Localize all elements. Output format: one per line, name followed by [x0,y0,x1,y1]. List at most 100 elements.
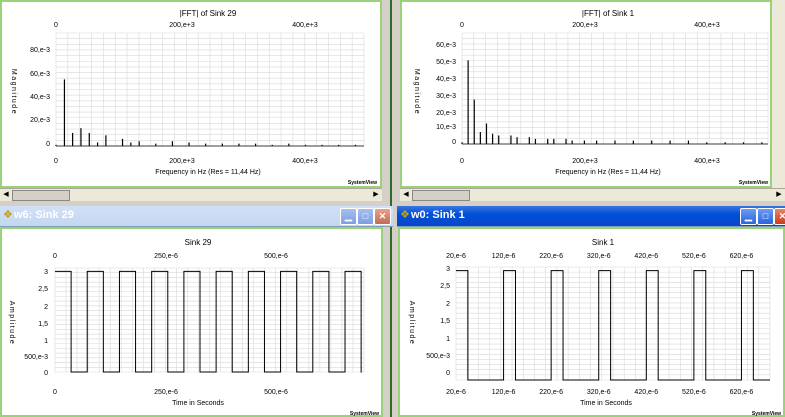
bottom-tick-label: 500,e-6 [264,389,288,396]
y-axis-label: Amplitude [408,301,415,346]
x-axis-label: Frequency in Hz (Res = 11,44 Hz) [555,169,661,176]
bottom-tick-label: 400,e+3 [292,158,318,165]
plot-title: |FFT| of Sink 1 [582,9,635,18]
y-tick-label: 1 [446,336,450,343]
time-pane-sink1: Sink 1 20,e-6 120,e-6 220,e-6 320,e-6 420,e-… [398,227,785,417]
y-tick-label: 0 [446,370,450,377]
y-tick-label: 30,e-3 [436,93,456,100]
y-tick-label: 80,e-3 [30,47,50,54]
top-tick-label: 20,e-6 [446,253,466,260]
bottom-tick-label: 520,e-6 [682,389,706,396]
y-axis-label: Magnitude [10,69,17,115]
y-tick-label: 2,5 [440,283,450,290]
y-tick-label: 40,e-3 [30,94,50,101]
top-tick-label: 500,e-6 [264,253,288,260]
x-axis-label: Time in Seconds [580,400,632,407]
brand-label: SystemView [752,411,781,417]
y-tick-label: 3 [446,266,450,273]
y-tick-label: 50,e-3 [436,59,456,66]
y-tick-label: 60,e-3 [436,42,456,49]
plot-title: Sink 29 [185,238,212,247]
top-tick-label: 320,e-6 [587,253,611,260]
top-tick-label: 400,e+3 [292,22,318,29]
window-title: w0: Sink 1 [411,209,465,221]
scroll-left-icon[interactable]: ◀ [401,189,411,201]
top-tick-label: 0 [54,22,58,29]
y-tick-label: 2 [446,301,450,308]
x-axis-label: Frequency in Hz (Res = 11,44 Hz) [155,169,261,176]
brand-label: SystemView [350,411,379,417]
minimize-button[interactable]: ▁ [740,208,757,225]
plot-title: Sink 1 [592,238,615,247]
top-tick-label: 520,e-6 [682,253,706,260]
bottom-tick-label: 220,e-6 [539,389,563,396]
top-tick-label: 250,e-6 [154,253,178,260]
top-tick-label: 220,e-6 [539,253,563,260]
maximize-button[interactable]: □ [357,208,374,225]
window-title: w6: Sink 29 [14,209,74,221]
top-tick-label: 400,e+3 [694,22,720,29]
x-axis-label: Time in Seconds [172,400,224,407]
top-tick-label: 0 [460,22,464,29]
y-tick-label: 0 [44,370,48,377]
y-tick-label: 60,e-3 [30,71,50,78]
window-titlebar-w0[interactable]: ❖ w0: Sink 1 ▁ □ ✕ [397,206,785,227]
y-tick-label: 500,e-3 [426,353,450,360]
top-tick-label: 420,e-6 [634,253,658,260]
bottom-tick-label: 20,e-6 [446,389,466,396]
maximize-button[interactable]: □ [757,208,774,225]
bottom-tick-label: 400,e+3 [694,158,720,165]
close-button[interactable]: ✕ [374,208,391,225]
bottom-tick-label: 0 [54,158,58,165]
top-tick-label: 200,e+3 [169,22,195,29]
time-plot-sink1: Sink 1 20,e-6 120,e-6 220,e-6 320,e-6 420,e-… [398,227,785,417]
y-tick-label: 10,e-3 [436,124,456,131]
y-tick-label: 1 [44,338,48,345]
y-tick-label: 500,e-3 [24,354,48,361]
fft-plot-sink29: |FFT| of Sink 29 0 200,e+3 400,e+3 80,e-… [0,0,382,188]
scroll-thumb[interactable] [412,190,470,201]
brand-label: SystemView [348,180,377,186]
bottom-tick-label: 0 [460,158,464,165]
scroll-left-icon[interactable]: ◀ [1,189,11,201]
close-button[interactable]: ✕ [774,208,785,225]
top-tick-label: 200,e+3 [572,22,598,29]
y-tick-label: 20,e-3 [30,117,50,124]
time-pane-sink29: Sink 29 0 250,e-6 500,e-6 3 2,5 2 1,5 1 … [0,227,383,417]
bottom-tick-label: 320,e-6 [587,389,611,396]
bottom-tick-label: 200,e+3 [169,158,195,165]
bottom-tick-label: 0 [53,389,57,396]
bottom-tick-label: 620,e-6 [730,389,754,396]
y-tick-label: 40,e-3 [436,76,456,83]
y-tick-label: 20,e-3 [436,110,456,117]
y-tick-label: 0 [452,139,456,146]
time-plot-sink29: Sink 29 0 250,e-6 500,e-6 3 2,5 2 1,5 1 … [0,227,383,417]
plot-title: |FFT| of Sink 29 [180,9,237,18]
scroll-right-icon[interactable]: ▶ [371,189,381,201]
y-tick-label: 2 [44,304,48,311]
brand-label: SystemView [739,180,768,186]
y-tick-label: 2,5 [38,286,48,293]
top-tick-label: 620,e-6 [730,253,754,260]
fft-plot-sink1: |FFT| of Sink 1 0 200,e+3 400,e+3 60,e-3… [400,0,772,188]
bottom-tick-label: 250,e-6 [154,389,178,396]
top-tick-label: 0 [53,253,57,260]
scroll-right-icon[interactable]: ▶ [774,189,784,201]
scroll-thumb[interactable] [12,190,70,201]
y-axis-label: Amplitude [8,301,15,346]
y-tick-label: 1,5 [440,318,450,325]
y-tick-label: 1,5 [38,321,48,328]
fft-pane-sink1: |FFT| of Sink 1 0 200,e+3 400,e+3 60,e-3… [400,0,772,188]
bottom-tick-label: 120,e-6 [492,389,516,396]
bottom-tick-label: 200,e+3 [572,158,598,165]
y-tick-label: 0 [46,141,50,148]
minimize-button[interactable]: ▁ [340,208,357,225]
y-axis-label: Magnitude [413,69,420,115]
window-titlebar-w6[interactable]: ❖ w6: Sink 29 ▁ □ ✕ [0,206,393,227]
vertical-scrollbar[interactable] [772,0,785,188]
horizontal-scrollbar[interactable]: ◀ ▶ [0,188,382,201]
fft-pane-sink29: |FFT| of Sink 29 0 200,e+3 400,e+3 80,e-… [0,0,382,188]
top-tick-label: 120,e-6 [492,253,516,260]
horizontal-scrollbar[interactable]: ◀ ▶ [400,188,785,201]
bottom-tick-label: 420,e-6 [634,389,658,396]
